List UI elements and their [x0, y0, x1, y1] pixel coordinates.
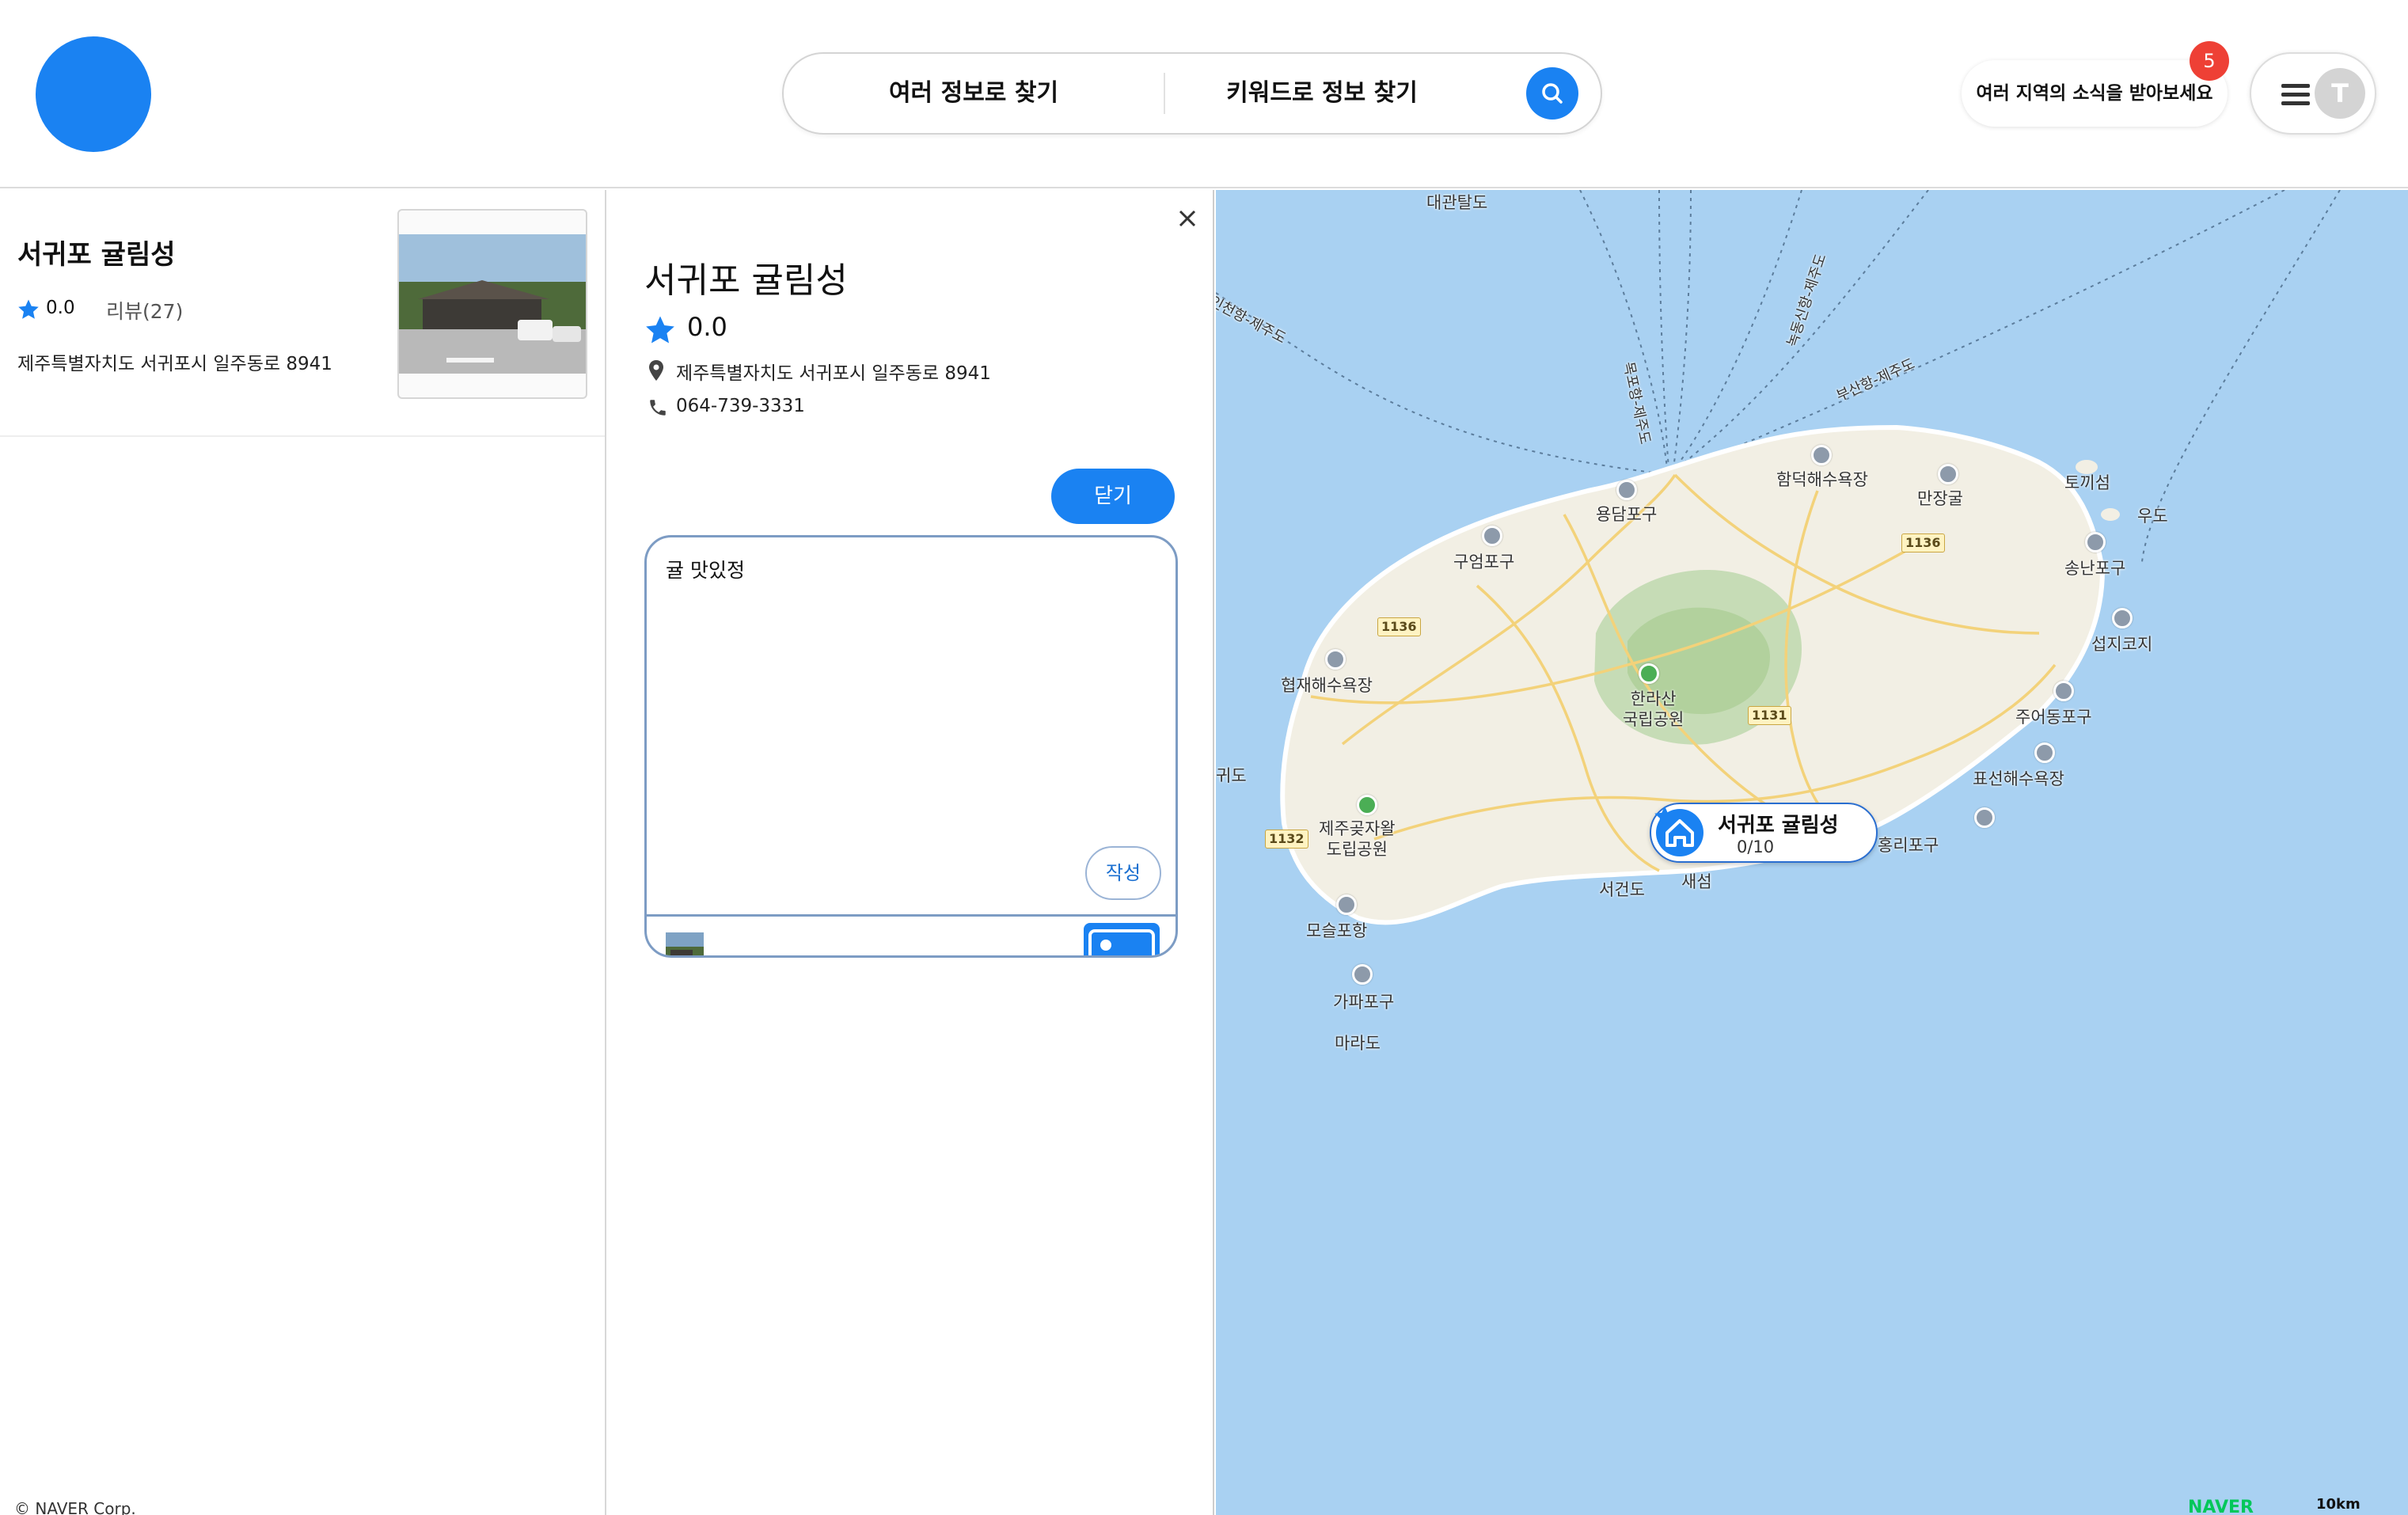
image-upload-button[interactable]: [1084, 923, 1160, 955]
review-form: 귤 맛있정 작성: [644, 535, 1178, 958]
map-label-pyoseon: 표선해수욕장: [1973, 769, 2064, 788]
map-label-seogeondo: 서건도: [1599, 880, 1645, 899]
map-label-songnan: 송난포구: [2064, 559, 2126, 578]
poi-marker[interactable]: [2053, 681, 2074, 701]
road-number-badge: 1136: [1901, 533, 1945, 552]
naver-map-logo: NAVER: [2188, 1498, 2254, 1515]
top-header: 여러 정보로 찾기 키워드로 정보 찾기 여러 지역의 소식을 받아보세요 5 …: [0, 0, 2408, 188]
road-number-badge: 1136: [1377, 617, 1421, 636]
star-icon: [18, 299, 39, 319]
map-label-gwido: 귀도: [1216, 766, 1247, 785]
map-label-seopji: 섭지코지: [2091, 635, 2153, 654]
copyright-text: © NAVER Corp.: [14, 1499, 136, 1515]
map-label-yongdam: 용담포구: [1596, 505, 1658, 524]
map-label-hallasan: 한라산 국립공원: [1623, 689, 1684, 729]
star-icon: [646, 316, 674, 344]
marker-place-name: 서귀포 귤림성: [1718, 814, 1839, 837]
poi-marker[interactable]: [1325, 649, 1346, 670]
close-button[interactable]: 닫기: [1051, 469, 1175, 524]
poi-marker[interactable]: [2085, 532, 2106, 552]
map-label-moseul: 모슬포항: [1306, 921, 1368, 940]
park-icon[interactable]: [1357, 795, 1377, 815]
list-item[interactable]: 서귀포 귤림성 0.0 리뷰(27) 제주특별자치도 서귀포시 일주동로 894…: [0, 190, 605, 437]
map-label-jeju-forest: 제주곶자왈 도립공원: [1319, 819, 1396, 859]
place-map-marker[interactable]: 서귀포 귤림성 0/10: [1650, 803, 1878, 863]
attachment-bar: [647, 914, 1176, 958]
map-label-saeseom: 새섬: [1681, 872, 1712, 891]
map-scale: 10km: [2316, 1496, 2361, 1513]
detail-place-name: 서귀포 귤림성: [644, 260, 848, 301]
tab-keyword-search[interactable]: 키워드로 정보 찾기: [1179, 54, 1464, 133]
user-menu-button[interactable]: T: [2250, 52, 2376, 135]
review-count[interactable]: 리뷰(27): [106, 296, 183, 325]
search-bar: 여러 정보로 찾기 키워드로 정보 찾기: [782, 52, 1602, 135]
map-label-manjang: 만장굴: [1917, 489, 1963, 508]
submit-review-button[interactable]: 작성: [1085, 846, 1161, 900]
tab-multi-info-search[interactable]: 여러 정보로 찾기: [831, 54, 1116, 133]
map-label-mara: 마라도: [1335, 1034, 1381, 1053]
search-icon: [1542, 83, 1563, 104]
place-detail-panel: 서귀포 귤림성 0.0 제주특별자치도 서귀포시 일주동로 8941 064-7…: [608, 190, 1214, 1515]
road-number-badge: 1131: [1748, 706, 1791, 725]
park-icon[interactable]: [1639, 663, 1659, 684]
app-logo[interactable]: [36, 36, 151, 152]
map-label-daegwantal: 대관탈도: [1426, 193, 1488, 212]
poi-marker[interactable]: [1938, 464, 1958, 484]
poi-marker[interactable]: [1352, 964, 1373, 985]
notification-badge: 5: [2190, 41, 2229, 81]
search-divider: [1164, 73, 1165, 114]
poi-marker[interactable]: [2112, 608, 2133, 628]
location-pin-icon: [649, 360, 663, 381]
poi-marker[interactable]: [1616, 480, 1637, 500]
search-button[interactable]: [1526, 67, 1578, 120]
result-list-panel: 서귀포 귤림성 0.0 리뷰(27) 제주특별자치도 서귀포시 일주동로 894…: [0, 190, 606, 1515]
review-textarea[interactable]: 귤 맛있정: [666, 555, 1157, 583]
map-label-hamdeok: 함덕해수욕장: [1776, 470, 1868, 489]
map-label-gapa: 가파포구: [1333, 993, 1395, 1012]
star-icon: [1654, 806, 1675, 826]
image-icon: [1088, 929, 1155, 955]
close-icon[interactable]: [1172, 203, 1203, 234]
detail-address: 제주특별자치도 서귀포시 일주동로 8941: [676, 363, 991, 384]
place-thumbnail: [397, 209, 587, 399]
hamburger-menu-icon: [2281, 84, 2310, 106]
poi-marker[interactable]: [2034, 742, 2055, 763]
place-name: 서귀포 귤림성: [17, 239, 176, 271]
map-label-gueom: 구엄포구: [1453, 552, 1515, 571]
map-label-jueo: 주어동포구: [2015, 708, 2092, 727]
avatar: T: [2315, 68, 2365, 119]
poi-marker[interactable]: [1336, 894, 1357, 915]
map-label-tokki: 토끼섬: [2064, 473, 2110, 492]
map-view[interactable]: 대관탈도 인천항-제주도 목포항-제주도 녹동신항-제주도 부산항-제주도 용담…: [1216, 190, 2408, 1515]
map-label-udo: 우도: [2137, 507, 2168, 526]
map-label-hyeopjae: 협재해수욕장: [1281, 676, 1373, 695]
poi-marker[interactable]: [1974, 807, 1995, 828]
phone-icon: [650, 400, 666, 416]
marker-review-count: 0/10: [1737, 837, 1775, 856]
place-rating: 0.0: [46, 298, 75, 318]
regional-news-button[interactable]: 여러 지역의 소식을 받아보세요: [1962, 60, 2228, 127]
detail-rating: 0.0: [687, 312, 727, 342]
place-address: 제주특별자치도 서귀포시 일주동로 8941: [17, 354, 332, 374]
attached-image-thumbnail[interactable]: [666, 932, 704, 958]
poi-marker[interactable]: [1482, 526, 1502, 546]
map-label-honglee: 홍리포구: [1878, 836, 1939, 855]
road-number-badge: 1132: [1265, 830, 1308, 849]
detail-phone: 064-739-3331: [676, 396, 805, 416]
poi-marker[interactable]: [1811, 445, 1832, 465]
